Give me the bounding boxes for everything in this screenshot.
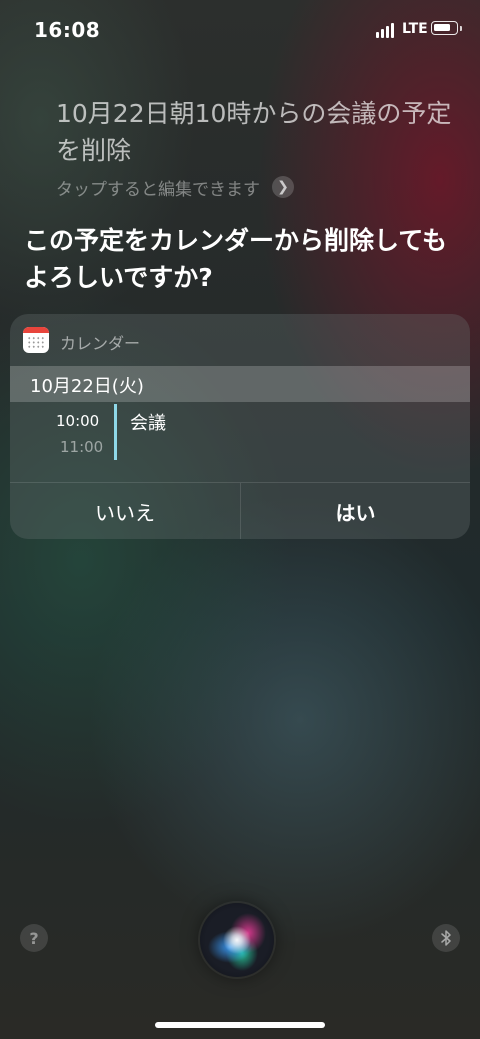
event-color-bar: [114, 404, 117, 460]
status-time: 16:08: [34, 18, 101, 42]
siri-query-text[interactable]: 10月22日朝10時からの会議の予定を削除: [56, 95, 456, 169]
edit-hint-label: タップすると編集できます: [56, 179, 260, 200]
signal-icon: [376, 22, 398, 38]
chevron-right-icon[interactable]: ❯: [272, 176, 294, 198]
event-title[interactable]: 会議: [130, 409, 166, 435]
confirm-delete-button[interactable]: はい: [241, 483, 470, 539]
siri-orb-icon[interactable]: [200, 903, 274, 977]
event-start-time: 10:00: [56, 412, 100, 430]
event-date-row: 10月22日(火): [10, 366, 470, 402]
help-icon[interactable]: ?: [20, 924, 48, 952]
status-bar: 16:08 LTE: [0, 0, 480, 58]
card-header: カレンダー: [10, 314, 470, 366]
bluetooth-icon[interactable]: [432, 924, 460, 952]
event-end-time: 11:00: [60, 438, 104, 456]
cancel-button[interactable]: いいえ: [10, 483, 240, 539]
app-name: カレンダー: [60, 334, 141, 353]
battery-tip: [460, 26, 462, 31]
network-type: LTE: [402, 21, 428, 37]
home-indicator[interactable]: [155, 1022, 325, 1028]
battery-icon: [431, 21, 458, 35]
calendar-app-icon: [23, 327, 49, 353]
edit-hint[interactable]: タップすると編集できます ❯: [56, 175, 294, 200]
calendar-card: カレンダー 10月22日(火) 10:00 11:00 会議 いいえ はい: [10, 314, 470, 539]
siri-response-text: この予定をカレンダーから削除してもよろしいですか?: [24, 226, 448, 292]
event-date: 10月22日(火): [30, 376, 144, 397]
